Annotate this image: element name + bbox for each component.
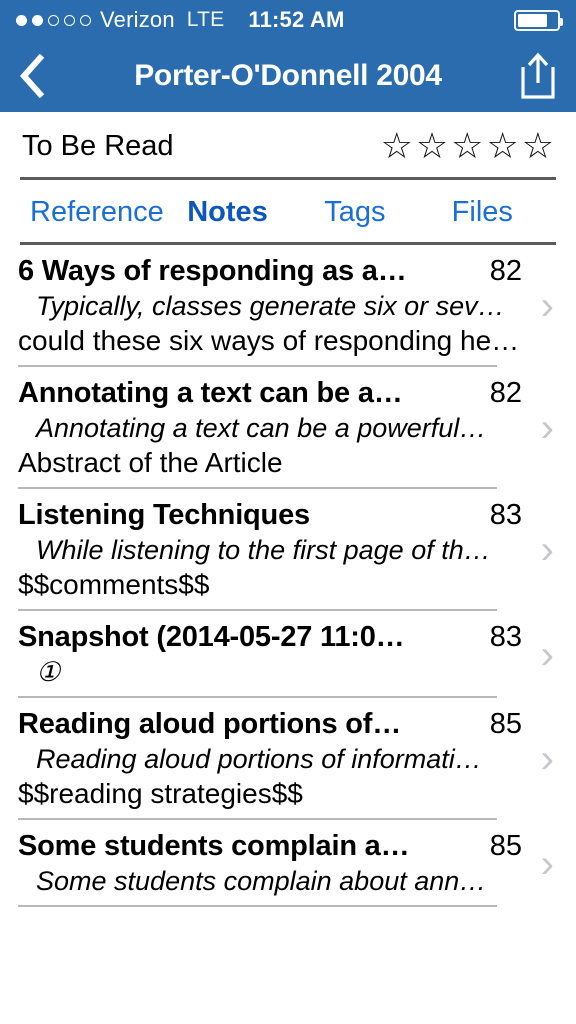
note-row[interactable]: Snapshot (2014-05-27 11:0… 83 ① ›	[0, 611, 576, 698]
note-quote: Reading aloud portions of informati…	[36, 744, 482, 774]
note-title: Listening Techniques	[18, 499, 310, 531]
read-status-row[interactable]: To Be Read ☆ ☆ ☆ ☆ ☆	[0, 112, 576, 180]
status-bar: Verizon LTE 11:52 AM	[0, 0, 576, 40]
note-title: 6 Ways of responding as a…	[18, 255, 407, 287]
clock-label: 11:52 AM	[248, 7, 345, 32]
note-comment: could these six ways of responding he…	[18, 325, 520, 356]
chevron-right-icon: ›	[540, 841, 554, 886]
tab-reference[interactable]: Reference	[30, 196, 164, 229]
tab-bar: Reference Notes Tags Files	[0, 180, 576, 245]
chevron-right-icon: ›	[540, 528, 554, 572]
read-status-label: To Be Read	[22, 129, 174, 162]
tab-tags[interactable]: Tags	[291, 196, 418, 229]
share-icon	[521, 52, 555, 99]
chevron-right-icon: ›	[540, 632, 554, 677]
rating-stars[interactable]: ☆ ☆ ☆ ☆ ☆	[381, 128, 554, 164]
note-comment: $$comments$$	[18, 569, 210, 600]
note-quote: Annotating a text can be a powerful…	[36, 413, 487, 443]
rating-star[interactable]: ☆	[451, 128, 483, 164]
chevron-right-icon: ›	[540, 406, 554, 450]
note-row[interactable]: Listening Techniques 83 While listening to…	[0, 489, 576, 611]
notes-list: 6 Ways of responding as a… 82 Typically, c…	[0, 245, 576, 907]
battery-icon	[514, 9, 563, 31]
signal-dot	[16, 14, 27, 26]
rating-star[interactable]: ☆	[486, 128, 518, 164]
signal-strength-icon	[16, 14, 91, 26]
note-title: Reading aloud portions of…	[18, 708, 402, 740]
signal-dot	[80, 14, 91, 26]
rating-star[interactable]: ☆	[416, 128, 448, 164]
note-quote: While listening to the first page of th…	[36, 535, 491, 565]
note-title: Snapshot (2014-05-27 11:0…	[18, 621, 405, 653]
carrier-label: Verizon	[100, 7, 175, 32]
rating-star[interactable]: ☆	[381, 128, 413, 164]
note-row[interactable]: 6 Ways of responding as a… 82 Typically, c…	[0, 245, 576, 367]
note-row[interactable]: Some students complain a… 85 Some students…	[0, 820, 576, 907]
share-button[interactable]	[500, 51, 576, 101]
chevron-left-icon	[19, 54, 45, 98]
chevron-right-icon: ›	[540, 737, 554, 781]
tab-notes[interactable]: Notes	[164, 196, 291, 229]
row-divider	[18, 905, 497, 907]
note-row[interactable]: Reading aloud portions of… 85 Reading alou…	[0, 698, 576, 820]
signal-dot	[64, 14, 75, 26]
signal-dot	[48, 14, 59, 26]
note-title: Annotating a text can be a…	[18, 377, 403, 409]
rating-star[interactable]: ☆	[522, 128, 554, 164]
chevron-right-icon: ›	[540, 284, 554, 328]
note-title: Some students complain a…	[18, 830, 410, 862]
back-button[interactable]	[0, 54, 64, 98]
note-comment: $$reading strategies$$	[18, 778, 303, 809]
note-quote: ①	[36, 657, 61, 687]
note-quote: Some students complain about ann…	[36, 866, 487, 896]
network-type-label: LTE	[186, 8, 225, 31]
app-screen: Verizon LTE 11:52 AM Porter-O'Donnell 20…	[0, 0, 576, 1024]
note-quote: Typically, classes generate six or sev…	[36, 291, 505, 321]
page-title: Porter-O'Donnell 2004	[134, 59, 442, 92]
note-comment: Abstract of the Article	[18, 447, 283, 478]
signal-dot	[32, 14, 43, 26]
note-row[interactable]: Annotating a text can be a… 82 Annotating …	[0, 367, 576, 489]
tab-files[interactable]: Files	[419, 196, 546, 229]
navigation-bar: Porter-O'Donnell 2004	[0, 40, 576, 112]
